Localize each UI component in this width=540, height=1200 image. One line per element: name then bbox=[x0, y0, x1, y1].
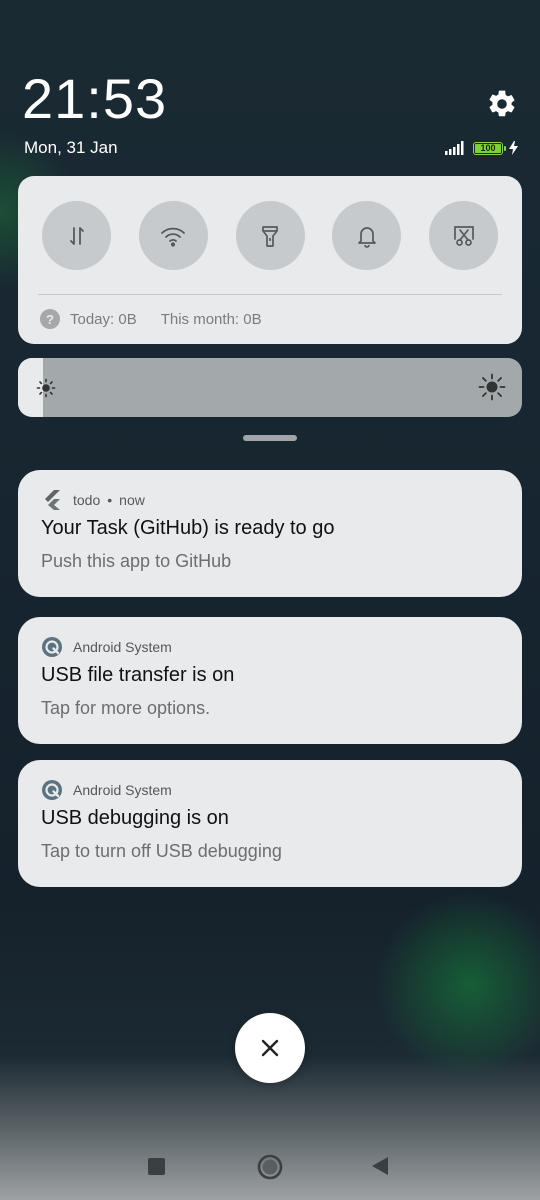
android-system-icon bbox=[41, 779, 63, 801]
date: Mon, 31 Jan bbox=[24, 138, 118, 157]
notification-title: Your Task (GitHub) is ready to go bbox=[41, 517, 335, 539]
notification-usb-debugging[interactable]: Android System USB debugging is on Tap t… bbox=[18, 760, 522, 887]
clock: 21:53 bbox=[22, 67, 168, 130]
data-usage[interactable]: ? Today: 0B This month: 0B bbox=[40, 309, 262, 329]
flashlight-icon bbox=[262, 225, 278, 247]
notification-body: Push this app to GitHub bbox=[41, 551, 232, 571]
divider bbox=[38, 294, 502, 295]
app-name: Android System bbox=[73, 639, 172, 655]
clear-all-button[interactable] bbox=[235, 1013, 305, 1083]
notification-title: USB debugging is on bbox=[41, 807, 229, 829]
notification-header: Android System bbox=[41, 779, 172, 801]
brightness-slider[interactable] bbox=[18, 358, 522, 417]
app-name: todo bbox=[73, 492, 101, 508]
brightness-high-icon bbox=[478, 373, 506, 401]
wifi-toggle[interactable] bbox=[138, 201, 208, 270]
app-name: Android System bbox=[73, 782, 172, 798]
notification-body: Tap for more options. bbox=[41, 698, 211, 718]
flutter-icon bbox=[41, 489, 63, 511]
notification-todo[interactable]: todo • now Your Task (GitHub) is ready t… bbox=[18, 470, 522, 597]
signal-bars-icon bbox=[445, 141, 464, 155]
screenshot-toggle[interactable] bbox=[429, 201, 498, 270]
notification-usb-file-transfer[interactable]: Android System USB file transfer is on T… bbox=[18, 617, 522, 744]
brightness-low-icon bbox=[36, 378, 56, 398]
drawer-handle[interactable] bbox=[243, 435, 297, 441]
status-bar: 100 bbox=[445, 139, 518, 157]
sound-toggle[interactable] bbox=[332, 201, 402, 270]
notification-title: USB file transfer is on bbox=[41, 664, 235, 686]
data-arrows-icon bbox=[69, 226, 84, 245]
close-icon bbox=[261, 1039, 279, 1057]
mobile-data-toggle[interactable] bbox=[42, 201, 111, 270]
help-icon: ? bbox=[40, 309, 60, 329]
bell-icon bbox=[357, 226, 376, 248]
separator-dot: • bbox=[107, 492, 113, 508]
quick-settings-panel: ? Today: 0B This month: 0B bbox=[18, 176, 522, 344]
quick-settings-tiles bbox=[42, 201, 498, 270]
data-month: This month: 0B bbox=[160, 310, 262, 328]
notification-header: todo • now bbox=[41, 489, 145, 511]
android-system-icon bbox=[41, 636, 63, 658]
back-icon[interactable] bbox=[371, 1156, 389, 1176]
battery-icon: 100 bbox=[473, 141, 506, 155]
charging-bolt-icon bbox=[509, 141, 518, 155]
notification-body: Tap to turn off USB debugging bbox=[41, 841, 282, 861]
battery-level: 100 bbox=[480, 143, 496, 153]
wifi-icon bbox=[161, 227, 186, 247]
data-today: Today: 0B bbox=[70, 310, 137, 328]
settings-gear-icon[interactable] bbox=[486, 88, 518, 120]
notification-time: now bbox=[119, 492, 145, 508]
home-icon[interactable] bbox=[257, 1154, 283, 1180]
notification-header: Android System bbox=[41, 636, 172, 658]
recents-icon[interactable] bbox=[148, 1158, 165, 1175]
flashlight-toggle[interactable] bbox=[235, 201, 305, 270]
scissors-icon bbox=[453, 225, 474, 246]
